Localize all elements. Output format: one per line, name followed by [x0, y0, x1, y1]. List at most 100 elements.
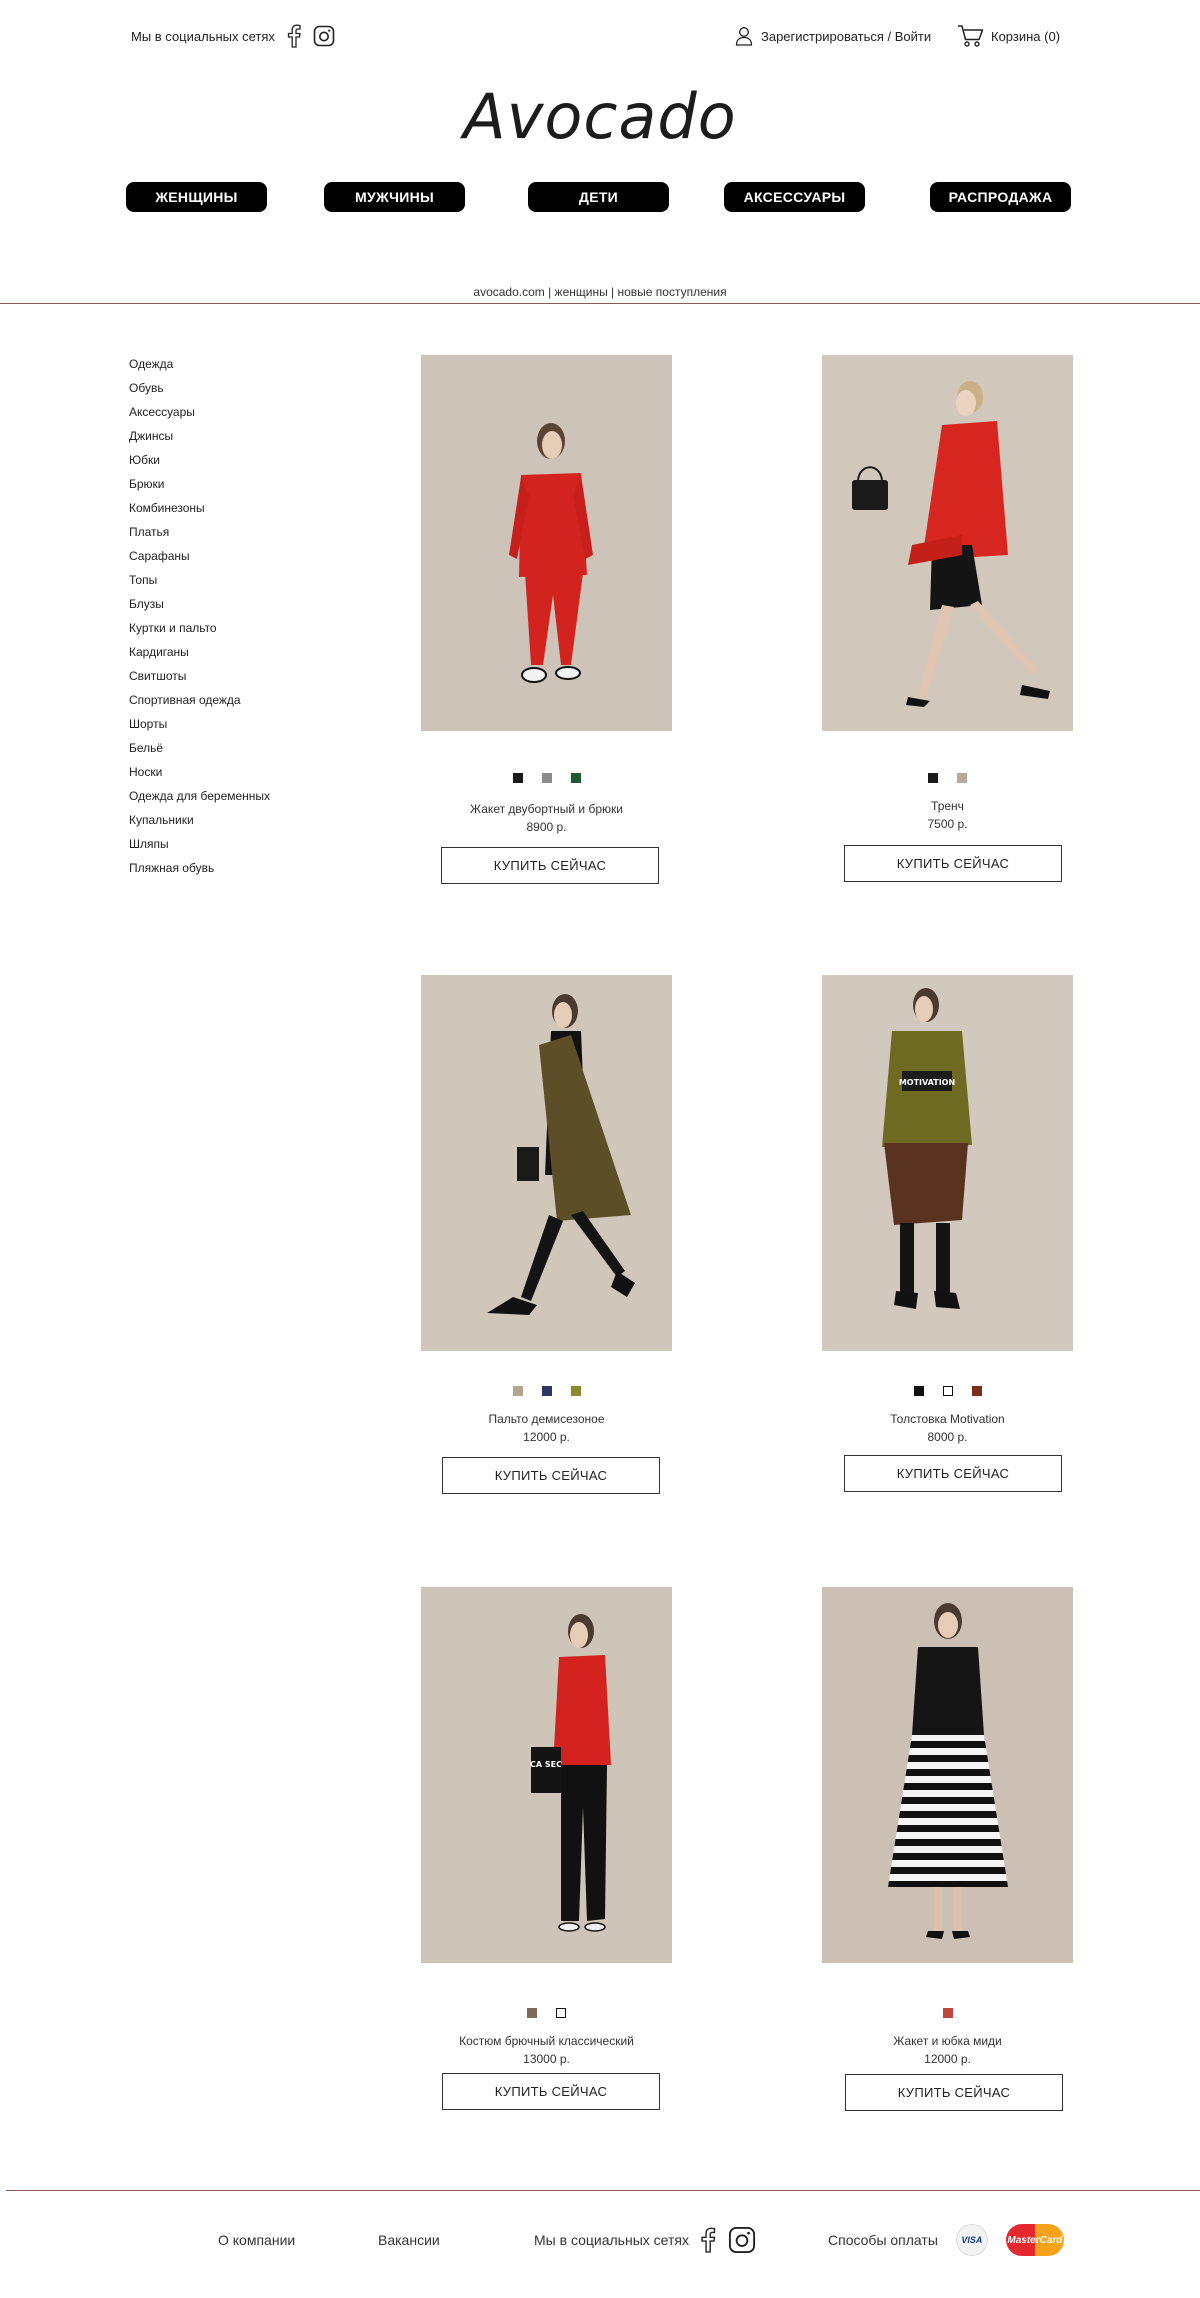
- sidebar-item[interactable]: Шорты: [129, 716, 349, 740]
- product-photo[interactable]: [421, 355, 672, 731]
- sidebar-item[interactable]: Купальники: [129, 812, 349, 836]
- sidebar-item[interactable]: Платья: [129, 524, 349, 548]
- sidebar-item[interactable]: Спортивная одежда: [129, 692, 349, 716]
- cart-label: Корзина (0): [991, 28, 1061, 44]
- facebook-icon[interactable]: [697, 2227, 719, 2253]
- sidebar-item[interactable]: Носки: [129, 764, 349, 788]
- color-swatch[interactable]: [971, 1386, 982, 1396]
- footer-social: Мы в социальных сетях: [534, 2222, 757, 2258]
- sidebar-item[interactable]: Шляпы: [129, 836, 349, 860]
- color-swatch[interactable]: [957, 773, 967, 783]
- sidebar-item[interactable]: Юбки: [129, 452, 349, 476]
- footer-payment-label: Способы оплаты: [828, 2232, 938, 2248]
- sidebar-item[interactable]: Комбинезоны: [129, 500, 349, 524]
- product-name[interactable]: Костюм брючный классический: [401, 2034, 692, 2048]
- color-swatch[interactable]: [570, 773, 581, 783]
- account-link[interactable]: Зарегистрироваться / Войти: [733, 24, 931, 48]
- site-logo[interactable]: Avocado: [0, 80, 1200, 153]
- product-card: Пальто демисезоное 12000 р. КУПИТЬ СЕЙЧА…: [421, 975, 672, 1495]
- sidebar-item[interactable]: Аксессуары: [129, 404, 349, 428]
- clutch-print: CA SEC: [530, 1760, 562, 1769]
- product-photo[interactable]: CA SEC: [421, 1587, 672, 1963]
- color-swatches: [421, 2008, 672, 2018]
- cart-link[interactable]: Корзина (0): [957, 24, 1060, 48]
- color-swatch[interactable]: [556, 2008, 566, 2018]
- buy-now-button[interactable]: КУПИТЬ СЕЙЧАС: [441, 847, 659, 884]
- color-swatches: [421, 1386, 672, 1396]
- product-card: Жакет и юбка миди 12000 р. КУПИТЬ СЕЙЧАС: [822, 1587, 1073, 2117]
- nav-sale[interactable]: РАСПРОДАЖА: [930, 182, 1071, 212]
- nav-accessories[interactable]: АКСЕССУАРЫ: [724, 182, 865, 212]
- product-card: Тренч 7500 р. КУПИТЬ СЕЙЧАС: [822, 355, 1073, 885]
- product-price: 12000 р.: [924, 2052, 971, 2066]
- color-swatch[interactable]: [527, 2008, 537, 2018]
- color-swatches: [822, 2008, 1073, 2018]
- product-name[interactable]: Жакет двубортный и брюки: [401, 802, 692, 816]
- instagram-icon[interactable]: [727, 2226, 757, 2254]
- color-swatch[interactable]: [942, 2008, 953, 2018]
- sidebar-item[interactable]: Бельё: [129, 740, 349, 764]
- product-name[interactable]: Тренч: [802, 799, 1093, 813]
- buy-now-button[interactable]: КУПИТЬ СЕЙЧАС: [844, 845, 1062, 882]
- color-swatch[interactable]: [512, 1386, 523, 1396]
- color-swatches: [822, 773, 1073, 783]
- product-name[interactable]: Толстовка Motivation: [802, 1412, 1093, 1426]
- sidebar-item[interactable]: Обувь: [129, 380, 349, 404]
- color-swatch[interactable]: [541, 1386, 552, 1396]
- sidebar-item[interactable]: Пляжная обувь: [129, 860, 349, 884]
- buy-now-button[interactable]: КУПИТЬ СЕЙЧАС: [844, 1455, 1062, 1492]
- product-card: CA SEC Костюм брючный классический 13000…: [421, 1587, 672, 2117]
- nav-kids[interactable]: ДЕТИ: [528, 182, 669, 212]
- product-photo[interactable]: [822, 355, 1073, 731]
- product-name[interactable]: Пальто демисезоное: [401, 1412, 692, 1426]
- sidebar-item[interactable]: Топы: [129, 572, 349, 596]
- sidebar-item[interactable]: Брюки: [129, 476, 349, 500]
- facebook-icon[interactable]: [283, 24, 305, 48]
- sidebar-item[interactable]: Одежда для беременных: [129, 788, 349, 812]
- color-swatches: [421, 773, 672, 783]
- hoodie-print: MOTIVATION: [899, 1078, 955, 1087]
- sidebar-item[interactable]: Свитшоты: [129, 668, 349, 692]
- product-price: 8900 р.: [526, 820, 567, 834]
- buy-now-button[interactable]: КУПИТЬ СЕЙЧАС: [442, 2073, 660, 2110]
- product-photo[interactable]: [421, 975, 672, 1351]
- product-price: 7500 р.: [927, 817, 968, 831]
- divider: [0, 303, 1200, 304]
- color-swatch[interactable]: [928, 773, 938, 783]
- product-price: 12000 р.: [523, 1430, 570, 1444]
- color-swatch[interactable]: [570, 1386, 581, 1396]
- product-name[interactable]: Жакет и юбка миди: [802, 2034, 1093, 2048]
- color-swatch[interactable]: [913, 1386, 924, 1396]
- sidebar-item[interactable]: Джинсы: [129, 428, 349, 452]
- cart-icon: [957, 24, 985, 48]
- nav-women[interactable]: ЖЕНЩИНЫ: [126, 182, 267, 212]
- buy-now-button[interactable]: КУПИТЬ СЕЙЧАС: [442, 1457, 660, 1494]
- product-card: MOTIVATION Толстовка Motivation 8000 р. …: [822, 975, 1073, 1495]
- product-photo[interactable]: [822, 1587, 1073, 1963]
- color-swatch[interactable]: [541, 773, 552, 783]
- sidebar-item[interactable]: Блузы: [129, 596, 349, 620]
- product-photo[interactable]: MOTIVATION: [822, 975, 1073, 1351]
- color-swatch[interactable]: [512, 773, 523, 783]
- header-social-label: Мы в социальных сетях: [131, 28, 275, 44]
- sidebar-item[interactable]: Одежда: [129, 356, 349, 380]
- footer-jobs-link[interactable]: Вакансии: [378, 2222, 440, 2258]
- instagram-icon[interactable]: [313, 24, 335, 48]
- main-nav: ЖЕНЩИНЫ МУЖЧИНЫ ДЕТИ АКСЕССУАРЫ РАСПРОДА…: [0, 182, 1200, 212]
- sidebar-item[interactable]: Кардиганы: [129, 644, 349, 668]
- product-card: Жакет двубортный и брюки 8900 р. КУПИТЬ …: [421, 355, 672, 885]
- category-sidebar: Одежда Обувь Аксессуары Джинсы Юбки Брюк…: [129, 356, 349, 884]
- sidebar-item[interactable]: Куртки и пальто: [129, 620, 349, 644]
- footer: О компании Вакансии Мы в социальных сетя…: [0, 2222, 1200, 2262]
- color-swatch[interactable]: [942, 1386, 953, 1396]
- footer-divider: [6, 2190, 1200, 2191]
- color-swatches: [822, 1386, 1073, 1396]
- nav-men[interactable]: МУЖЧИНЫ: [324, 182, 465, 212]
- visa-icon: VISA: [955, 2224, 988, 2256]
- product-price: 8000 р.: [927, 1430, 968, 1444]
- footer-about-link[interactable]: О компании: [218, 2222, 295, 2258]
- breadcrumb[interactable]: avocado.com | женщины | новые поступлени…: [0, 285, 1200, 299]
- footer-payment: Способы оплаты VISA MasterCard: [828, 2222, 1064, 2258]
- buy-now-button[interactable]: КУПИТЬ СЕЙЧАС: [845, 2074, 1063, 2111]
- sidebar-item[interactable]: Сарафаны: [129, 548, 349, 572]
